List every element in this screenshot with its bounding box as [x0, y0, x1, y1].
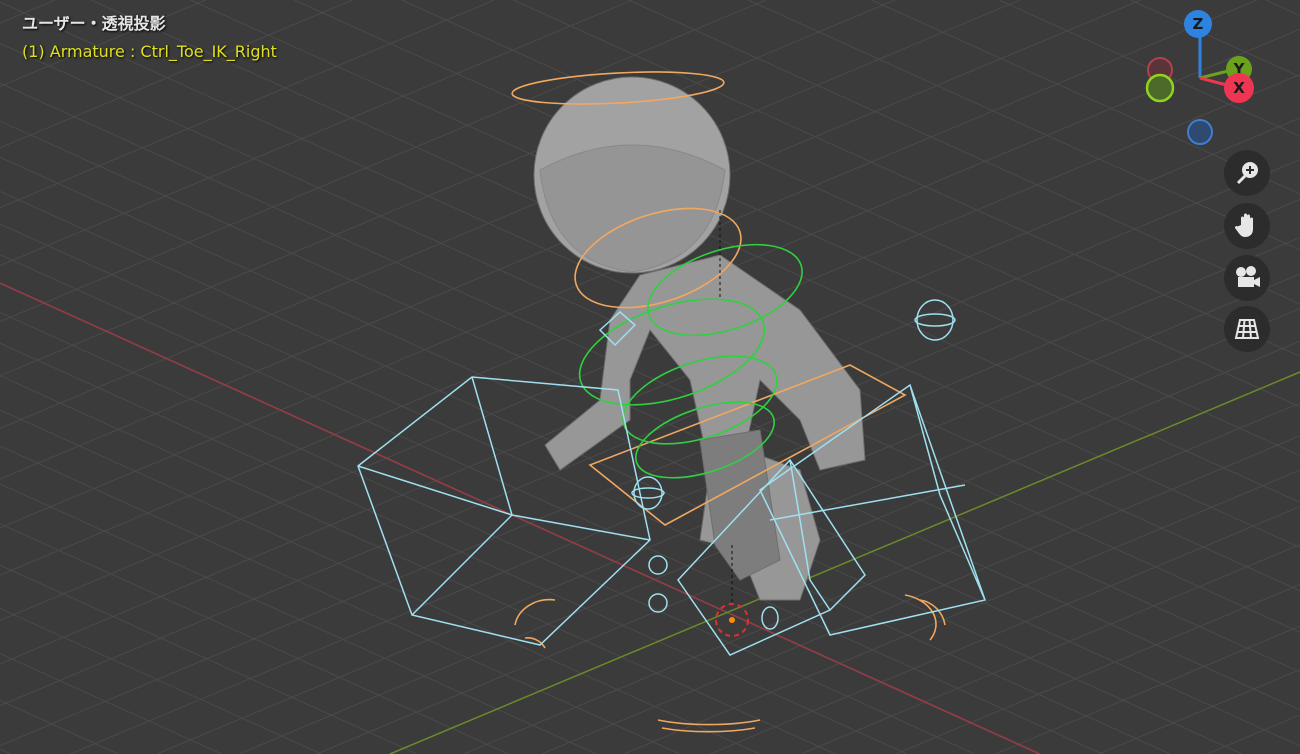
gizmo-axis-z[interactable]: Z	[1184, 10, 1212, 38]
grid-line	[0, 254, 1103, 754]
grid-line	[0, 564, 418, 754]
grid-line	[463, 402, 1300, 754]
camera-view-button[interactable]	[1224, 255, 1270, 301]
active-object-label: (1) Armature : Ctrl_Toe_IK_Right	[22, 42, 277, 61]
grid-ortho-icon	[1234, 319, 1260, 339]
grid-line	[0, 445, 681, 754]
grid-line	[0, 0, 1021, 429]
view-name-label: ユーザー・透視投影	[22, 14, 166, 33]
grid-line	[800, 544, 1300, 754]
grid-line	[0, 191, 1243, 754]
camera-icon	[1236, 266, 1260, 287]
grid-line	[0, 653, 222, 754]
pan-button[interactable]	[1224, 203, 1270, 249]
grid-line	[1098, 669, 1300, 754]
3d-viewport[interactable]: ユーザー・透視投影 (1) Armature : Ctrl_Toe_IK_Rig…	[0, 0, 1300, 754]
grid-line	[0, 0, 633, 266]
scene-canvas[interactable]	[0, 0, 1300, 754]
grid-line	[0, 409, 760, 754]
hand-pan-icon	[1234, 213, 1253, 237]
grid-line	[1206, 714, 1300, 754]
grid-line	[0, 700, 119, 754]
grid-line	[895, 583, 1300, 754]
x-axis-line	[0, 282, 1041, 754]
grid-line	[995, 625, 1300, 754]
ortho-toggle-button[interactable]	[1224, 306, 1270, 352]
gizmo-axis-x[interactable]: X	[1224, 73, 1254, 103]
zoom-icon	[1236, 162, 1258, 185]
character-mesh	[533, 76, 866, 601]
grid-line	[0, 483, 597, 754]
grid-line	[0, 748, 11, 754]
zoom-button[interactable]	[1224, 150, 1270, 196]
